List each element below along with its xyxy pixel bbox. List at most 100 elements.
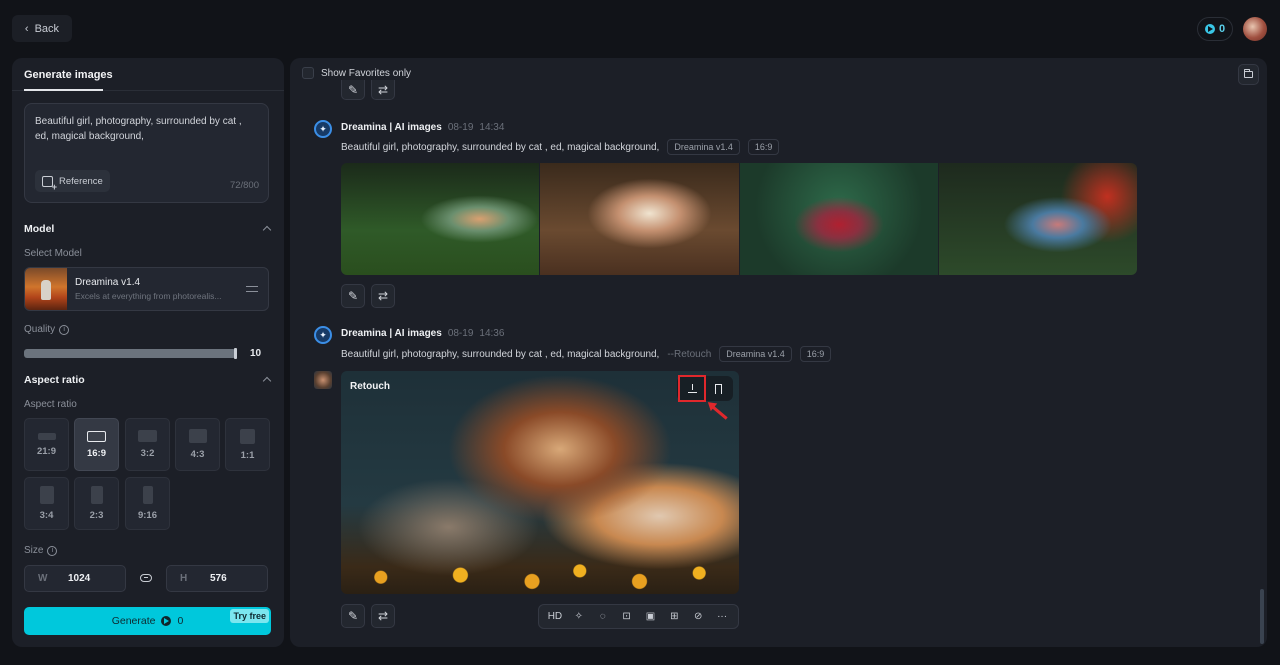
ratio-shape-icon: [87, 430, 106, 442]
user-avatar[interactable]: [1243, 17, 1267, 41]
result-image[interactable]: [540, 163, 739, 275]
inpaint-icon[interactable]: ▣: [640, 611, 660, 622]
regenerate-icon: ⇄: [377, 82, 389, 97]
scrollbar[interactable]: [1260, 589, 1264, 644]
ratio-shape-icon: [142, 486, 153, 504]
image-results-grid: [341, 163, 1137, 275]
edit-icon: ✎: [347, 82, 359, 97]
chevron-left-icon: ‹: [24, 22, 29, 35]
settings-sliders-icon[interactable]: [246, 284, 258, 294]
message-time: 14:34: [479, 122, 505, 133]
model-selector[interactable]: Dreamina v1.4 Excels at everything from …: [24, 267, 269, 311]
aspect-section-title: Aspect ratio: [24, 374, 85, 386]
bookmark-button[interactable]: [706, 377, 730, 400]
chevron-up-icon[interactable]: [262, 225, 272, 235]
edit-button[interactable]: ✎: [341, 284, 365, 308]
favorites-filter[interactable]: Show Favorites only: [302, 67, 411, 79]
model-description: Excels at everything from photorealis...: [75, 291, 222, 301]
ratio-shape-icon: [37, 432, 56, 440]
result-image[interactable]: [739, 163, 938, 275]
model-tag: Dreamina v1.4: [719, 346, 792, 362]
image-flowers: [341, 552, 739, 594]
regenerate-button[interactable]: ⇄: [371, 80, 395, 100]
message-time: 14:36: [479, 328, 505, 339]
width-input[interactable]: W 1024: [24, 565, 126, 592]
ratio-option-1-1[interactable]: 1:1: [225, 418, 270, 471]
resize-icon[interactable]: ⊞: [664, 611, 684, 622]
generate-label: Generate: [111, 615, 156, 627]
folder-icon: [1244, 69, 1253, 78]
quality-slider[interactable]: [24, 349, 236, 358]
message-date: 08-19: [447, 122, 474, 133]
reference-button[interactable]: Reference: [35, 170, 110, 192]
ratio-label: 3:2: [140, 448, 155, 459]
ratio-label: 1:1: [240, 449, 255, 461]
folder-button[interactable]: [1238, 64, 1259, 85]
back-label: Back: [34, 22, 60, 35]
width-axis-label: W: [38, 573, 48, 584]
result-image[interactable]: [938, 163, 1137, 275]
ratio-label: 9:16: [137, 510, 157, 521]
prompt-text: Beautiful girl, photography, surrounded …: [341, 141, 660, 153]
regenerate-button[interactable]: ⇄: [371, 604, 395, 628]
ratio-option-2-3[interactable]: 2:3: [74, 477, 119, 530]
source-image-thumbnail[interactable]: [314, 371, 332, 389]
active-tab-indicator: [24, 89, 103, 91]
height-value[interactable]: 576: [210, 573, 227, 584]
favorites-checkbox[interactable]: [302, 67, 314, 79]
prompt-input[interactable]: Beautiful girl, photography, surrounded …: [24, 103, 269, 203]
ratio-option-9-16[interactable]: 9:16: [125, 477, 170, 530]
edit-button[interactable]: ✎: [341, 80, 365, 100]
link-aspect-icon[interactable]: [140, 574, 152, 582]
ratio-label: 16:9: [86, 447, 106, 459]
ratio-tag: 16:9: [747, 139, 780, 155]
prompt-text: Beautiful girl, photography, surrounded …: [341, 348, 660, 360]
ratio-option-3-4[interactable]: 3:4: [24, 477, 69, 530]
info-icon[interactable]: i: [59, 324, 70, 335]
magic-wand-icon[interactable]: ✧: [569, 611, 589, 622]
chevron-up-icon[interactable]: [262, 376, 272, 386]
ratio-shape-icon: [188, 429, 207, 443]
retouch-result-image[interactable]: Retouch: [341, 371, 739, 594]
regenerate-button[interactable]: ⇄: [371, 284, 395, 308]
ratio-option-16-9[interactable]: 16:9: [74, 418, 119, 471]
width-value[interactable]: 1024: [68, 573, 90, 584]
ratio-option-3-2[interactable]: 3:2: [125, 418, 170, 471]
retouch-label: Retouch: [350, 381, 390, 392]
add-image-icon: [42, 175, 57, 192]
ratio-shape-icon: [240, 428, 255, 444]
prompt-text[interactable]: Beautiful girl, photography, surrounded …: [35, 114, 258, 144]
ratio-option-21-9[interactable]: 21:9: [24, 418, 69, 471]
credit-icon: [1204, 24, 1215, 34]
tab-generate-images[interactable]: Generate images: [24, 69, 113, 81]
image-toolbar: HD ✧ ◌ ⊡ ▣ ⊞ ⊘ ···: [538, 604, 739, 629]
height-input[interactable]: H 576: [166, 565, 268, 592]
download-button[interactable]: [678, 375, 706, 402]
expand-icon[interactable]: ⊡: [617, 611, 637, 622]
eraser-icon[interactable]: ◌: [593, 611, 613, 622]
back-button[interactable]: ‹ Back: [12, 15, 72, 42]
upscale-hd-button[interactable]: HD: [545, 611, 565, 622]
generate-button[interactable]: Generate 0 Try free: [24, 607, 271, 635]
ratio-option-4-3[interactable]: 4:3: [175, 418, 220, 471]
dreamina-avatar: ✦: [314, 120, 332, 138]
credits-badge[interactable]: 0: [1197, 17, 1233, 41]
results-panel: Show Favorites only ✎ ⇄ ✦ Dreamina | AI …: [290, 58, 1267, 647]
aspect-ratio-label: Aspect ratio: [24, 399, 77, 410]
result-image[interactable]: [341, 163, 540, 275]
select-model-label: Select Model: [24, 248, 82, 259]
edit-button[interactable]: ✎: [341, 604, 365, 628]
regenerate-icon: ⇄: [377, 609, 389, 623]
favorites-label: Show Favorites only: [321, 67, 412, 79]
panel-tabs: Generate images: [12, 58, 284, 91]
quality-slider-handle[interactable]: [234, 348, 237, 359]
message-date: 08-19: [447, 328, 474, 339]
reference-label: Reference: [59, 175, 103, 187]
more-options-button[interactable]: ···: [712, 611, 732, 622]
bandage-icon[interactable]: ⊘: [688, 611, 708, 622]
info-icon[interactable]: i: [47, 545, 58, 556]
ratio-tag: 16:9: [799, 346, 832, 362]
image-actions: [677, 375, 733, 402]
quality-label: Quality: [24, 324, 56, 335]
message-prompt: Beautiful girl, photography, surrounded …: [341, 346, 832, 362]
